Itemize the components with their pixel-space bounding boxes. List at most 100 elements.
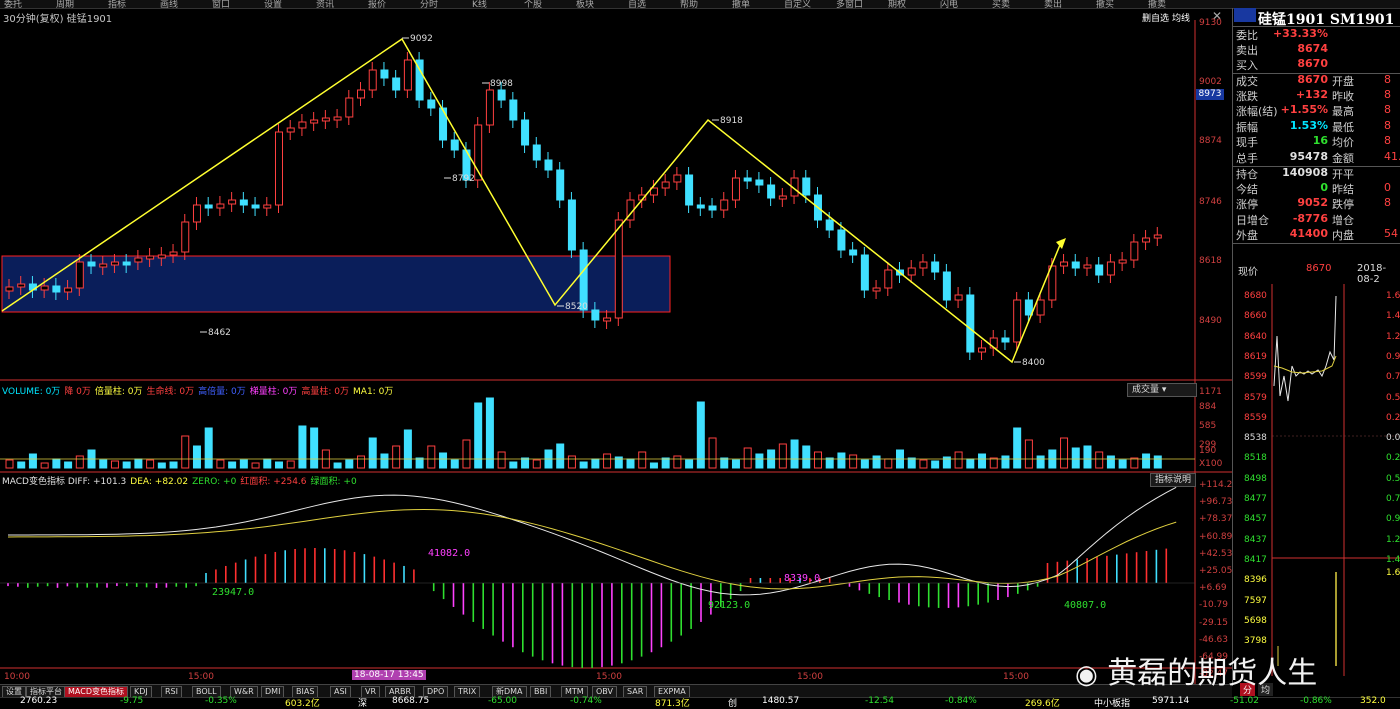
- quote-row: 振幅 1.53% 最低 8: [1236, 119, 1400, 134]
- candle-body: [1084, 265, 1091, 268]
- quote-label: 买入: [1236, 57, 1258, 73]
- volume-bar: [861, 460, 868, 468]
- volume-indicator-dropdown[interactable]: 成交量 ▾: [1127, 383, 1197, 397]
- candle-body: [1037, 300, 1044, 315]
- candle-body: [18, 284, 25, 287]
- candle-body: [1014, 300, 1021, 342]
- status-value: 269.6亿: [1025, 696, 1060, 709]
- quote-value: +132: [1296, 88, 1328, 101]
- legend-item: 绿面积: +0: [311, 477, 357, 487]
- quote-label: 持仓: [1236, 166, 1258, 182]
- legend-item: VOLUME: 0万: [2, 387, 60, 397]
- candle-body: [65, 288, 72, 292]
- candle-body: [510, 100, 517, 120]
- volume-bar: [440, 453, 447, 468]
- macd-legend: MACD变色指标 DIFF: +101.3 DEA: +82.02 ZERO: +0…: [2, 474, 361, 487]
- time-label: 15:00: [596, 671, 622, 682]
- volume-bar: [76, 456, 83, 468]
- volume-bar: [193, 446, 200, 468]
- volume-bar: [393, 446, 400, 468]
- status-value: 深: [358, 696, 367, 709]
- indicator-help-button[interactable]: 指标说明: [1150, 473, 1196, 487]
- quote-separator: [1232, 243, 1400, 244]
- quote-badge: [1234, 8, 1256, 22]
- volume-bar: [29, 454, 36, 468]
- volume-bar: [697, 402, 704, 468]
- volume-bar: [135, 459, 142, 468]
- volume-bar: [264, 459, 271, 468]
- macd-tick: -10.79: [1199, 600, 1228, 610]
- candle-body: [240, 200, 247, 205]
- quote-value: +1.55%: [1281, 103, 1328, 116]
- volume-bar: [838, 453, 845, 468]
- candle-body: [885, 270, 892, 288]
- quote-row: 外盘 41400 内盘 54: [1236, 227, 1400, 242]
- volume-bar: [850, 455, 857, 468]
- candle-body: [1119, 260, 1126, 263]
- candle-body: [686, 175, 693, 205]
- volume-bar: [814, 452, 821, 468]
- status-value: -0.86%: [1300, 696, 1332, 706]
- quote-value-2: 8: [1384, 88, 1391, 101]
- volume-bar: [41, 463, 48, 468]
- mini-price-tick: 8680: [1244, 291, 1267, 301]
- quote-label: 卖出: [1236, 42, 1258, 58]
- quote-label: 今结: [1236, 181, 1258, 197]
- candle-body: [1072, 262, 1079, 268]
- quote-label: 涨停: [1236, 196, 1258, 212]
- candle-body: [979, 348, 986, 352]
- volume-bar: [100, 460, 107, 468]
- macd-tick: -46.63: [1199, 635, 1228, 645]
- quote-label: 振幅: [1236, 119, 1258, 135]
- candle-body: [135, 258, 142, 262]
- macd-tick: +114.2: [1199, 480, 1232, 490]
- volume-bar: [217, 460, 224, 468]
- quote-row: 涨跌 +132 昨收 8: [1236, 88, 1400, 103]
- macd-tick: -29.15: [1199, 618, 1228, 628]
- volume-bar: [18, 462, 25, 468]
- candle-body: [217, 204, 224, 208]
- quote-label-2: 最低: [1332, 119, 1354, 135]
- volume-bar: [123, 462, 130, 468]
- volume-bar: [170, 462, 177, 468]
- volume-tick: 884: [1199, 402, 1216, 412]
- price-annotation: 9092: [410, 34, 433, 44]
- volume-bar: [908, 458, 915, 468]
- candle-body: [779, 196, 786, 199]
- mini-pct-tick: 0.5: [1386, 393, 1400, 403]
- candle-body: [100, 264, 107, 267]
- volume-bar: [1096, 452, 1103, 468]
- quote-row: 现手 16 均价 8: [1236, 134, 1400, 149]
- volume-bar: [158, 463, 165, 468]
- time-label: 15:00: [1003, 671, 1029, 682]
- candle-body: [41, 286, 48, 290]
- price-annotation: 8400: [1022, 358, 1045, 368]
- volume-bar: [885, 459, 892, 468]
- volume-bar: [6, 460, 13, 468]
- volume-bar: [932, 461, 939, 468]
- candle-body: [322, 118, 329, 121]
- candle-body: [440, 108, 447, 140]
- volume-bar: [1025, 440, 1032, 468]
- macd-tick: +6.69: [1199, 583, 1227, 593]
- volume-bar: [252, 463, 259, 468]
- candle-body: [744, 178, 751, 181]
- volume-bar: [229, 462, 236, 468]
- legend-item: MA1: 0万: [353, 387, 393, 397]
- candle-body: [393, 78, 400, 90]
- volume-bar: [182, 436, 189, 468]
- quote-label-2: 开盘: [1332, 73, 1354, 89]
- quote-label-2: 昨收: [1332, 88, 1354, 104]
- candle-body: [205, 205, 212, 208]
- intraday-price-line: [1274, 296, 1336, 401]
- mini-price-tick: 8498: [1244, 474, 1267, 484]
- volume-tick: 585: [1199, 421, 1216, 431]
- quote-value-2: 8: [1384, 73, 1391, 86]
- price-tick: 8746: [1199, 197, 1222, 207]
- price-annotation: 8520: [565, 302, 588, 312]
- volume-bar: [967, 459, 974, 468]
- legend-item: 降 0万: [64, 387, 91, 397]
- legend-item: ZERO: +0: [192, 477, 236, 487]
- candle-body: [522, 120, 529, 145]
- volume-bar: [346, 460, 353, 468]
